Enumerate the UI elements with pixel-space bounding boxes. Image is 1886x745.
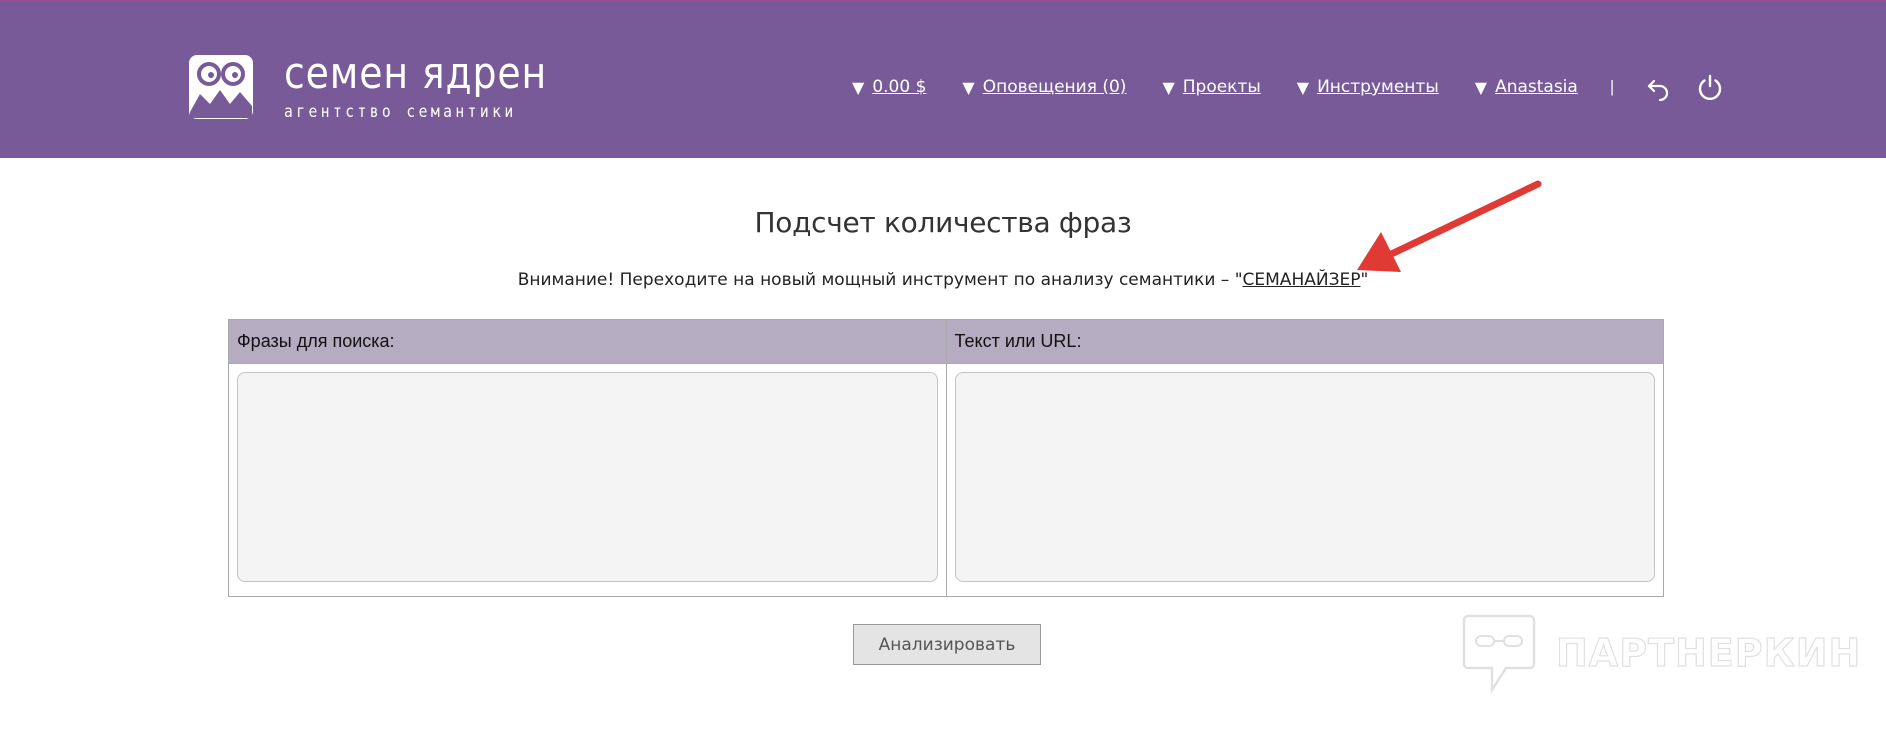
watermark: ПАРТНЕРКИН: [1462, 612, 1861, 694]
watermark-text: ПАРТНЕРКИН: [1555, 630, 1862, 675]
page-title: Подсчет количества фраз: [754, 206, 1132, 239]
undo-icon[interactable]: [1644, 73, 1672, 101]
phrases-body: [229, 364, 946, 596]
triangle-down-icon: ▼: [852, 77, 865, 97]
nav-projects-label: Проекты: [1182, 77, 1261, 97]
notice-text: Внимание! Переходите на новый мощный инс…: [517, 270, 1243, 290]
text-url-column: Текст или URL:: [945, 320, 1664, 596]
page: семен ядрен агентство семантики ▼ 0.00 $…: [0, 0, 1886, 745]
triangle-down-icon: ▼: [962, 77, 975, 97]
nav-notifications-label: Оповещения (0): [982, 77, 1127, 97]
watermark-logo-icon: [1462, 614, 1536, 694]
nav-user[interactable]: ▼ Anastasia: [1475, 77, 1578, 97]
semanizer-link[interactable]: СЕМАНАЙЗЕР: [1243, 270, 1361, 290]
nav-tools[interactable]: ▼ Инструменты: [1297, 77, 1439, 97]
nav-tools-label: Инструменты: [1317, 77, 1439, 97]
phrases-input[interactable]: [237, 372, 938, 582]
notice: Внимание! Переходите на новый мощный инс…: [0, 270, 1886, 290]
phrases-column: Фразы для поиска:: [229, 320, 946, 596]
nav-notifications[interactable]: ▼ Оповещения (0): [962, 77, 1126, 97]
text-url-input[interactable]: [954, 372, 1655, 582]
nav-balance-label: 0.00 $: [872, 77, 927, 97]
logo-icon: [189, 55, 253, 119]
top-nav: ▼ 0.00 $ ▼ Оповещения (0) ▼ Проекты ▼ Ин…: [852, 72, 1748, 102]
text-url-body: [947, 364, 1664, 596]
red-arrow-icon: [1357, 180, 1542, 272]
triangle-down-icon: ▼: [1474, 77, 1488, 97]
header: семен ядрен агентство семантики ▼ 0.00 $…: [0, 0, 1886, 158]
phrase-count-form: Фразы для поиска: Текст или URL:: [228, 319, 1664, 597]
triangle-down-icon: ▼: [1162, 77, 1175, 97]
nav-user-label: Anastasia: [1495, 77, 1578, 97]
phrases-header: Фразы для поиска:: [229, 320, 946, 364]
triangle-down-icon: ▼: [1296, 77, 1310, 97]
logo[interactable]: семен ядрен агентство семантики: [188, 52, 590, 122]
text-url-header: Текст или URL:: [946, 320, 1663, 364]
brand-subtitle: агентство семантики: [284, 102, 517, 122]
logo-text: семен ядрен агентство семантики: [284, 48, 590, 123]
nav-separator: |: [1609, 77, 1615, 96]
analyze-button[interactable]: Анализировать: [853, 624, 1041, 665]
power-icon[interactable]: [1696, 73, 1724, 101]
brand-title: семен ядрен: [284, 48, 548, 99]
nav-balance[interactable]: ▼ 0.00 $: [852, 77, 926, 97]
nav-projects[interactable]: ▼ Проекты: [1162, 77, 1260, 97]
